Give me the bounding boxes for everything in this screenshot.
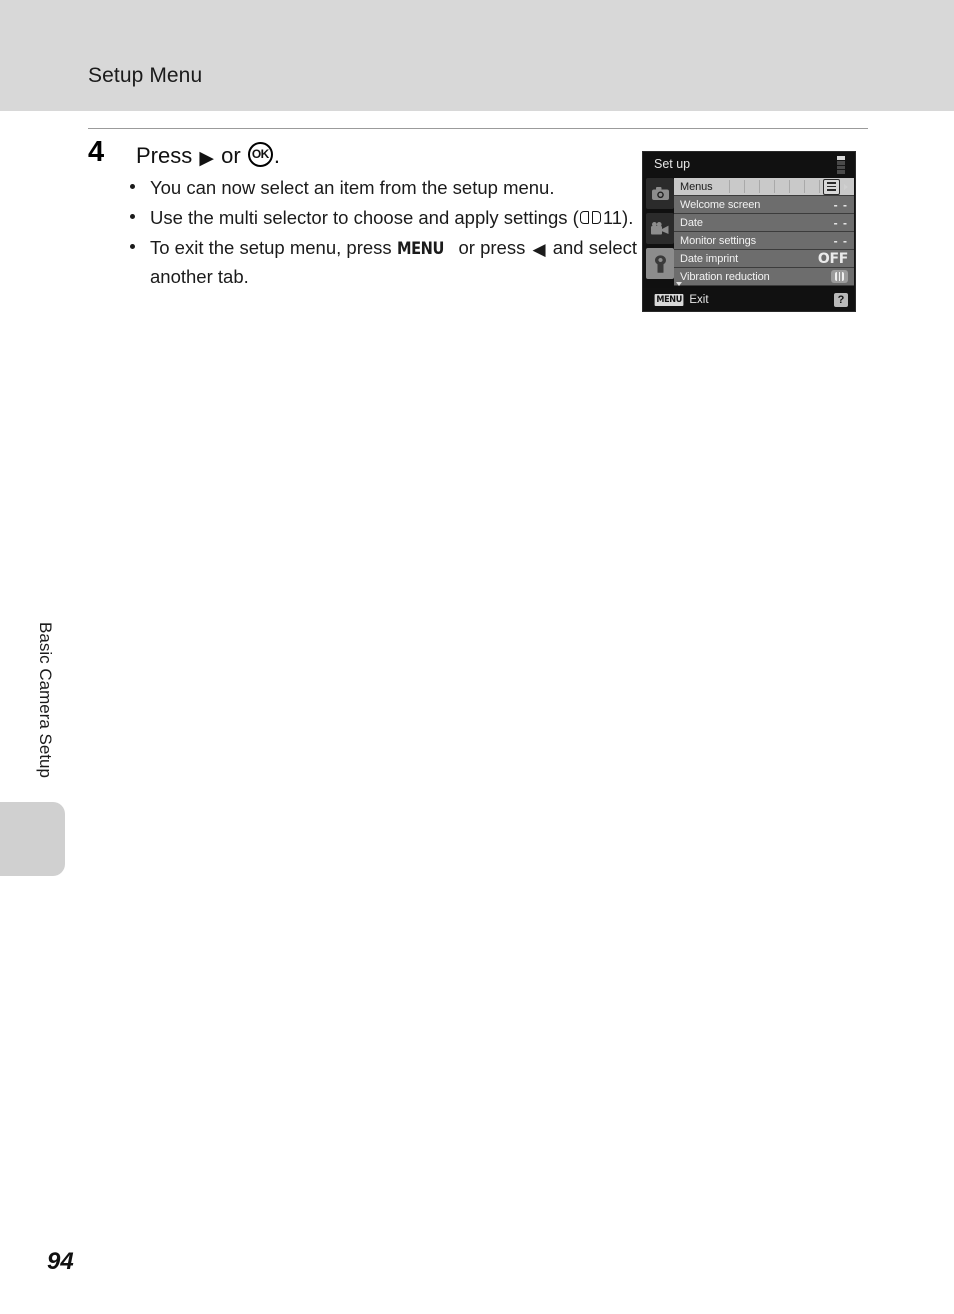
lcd-row-label: Menus: [680, 180, 713, 193]
right-triangle-icon: ▶: [199, 148, 214, 169]
lcd-row-value: - -: [834, 198, 854, 212]
bullet-dot-icon: [130, 244, 135, 249]
bullet-reference-page: 11: [602, 207, 623, 228]
list-item: You can now select an item from the setu…: [126, 174, 646, 201]
bullet-reference-open: (: [572, 207, 579, 228]
lcd-tab-shooting-mode[interactable]: [646, 178, 674, 209]
bullet-dot-icon: [130, 184, 135, 189]
lcd-row-value-text: - -: [833, 215, 848, 230]
lcd-menu-row-date-imprint[interactable]: Date imprint OFF: [674, 250, 854, 268]
lcd-row-label: Welcome screen: [680, 198, 761, 211]
lcd-row-label: Date: [680, 216, 703, 229]
lcd-tab-movie-mode[interactable]: [646, 213, 674, 244]
lcd-scroll-indicator: [837, 156, 845, 174]
lcd-row-value: [831, 270, 854, 283]
lcd-row-value-text: - -: [833, 197, 848, 212]
list-item: To exit the setup menu, press MENU or pr…: [126, 234, 646, 290]
lcd-row-value-text: OFF: [817, 250, 848, 267]
section-divider: [88, 128, 868, 129]
lcd-row-label: Monitor settings: [680, 234, 757, 247]
wrench-icon: [654, 254, 666, 273]
movie-camera-icon: [651, 222, 669, 235]
left-triangle-icon: ◀: [532, 240, 546, 259]
lcd-bottom-bar: MENU Exit ?: [643, 288, 855, 311]
list-menu-icon: [823, 178, 840, 195]
camera-lcd-screenshot: Set up Menus Welcome screen - - Date - -…: [642, 151, 856, 312]
lcd-row-ticks: [714, 180, 821, 193]
lcd-tab-setup-mode[interactable]: [646, 248, 674, 279]
step-heading-suffix: .: [273, 143, 280, 168]
lcd-title-bar: Set up: [643, 152, 855, 177]
lcd-row-value: OFF: [818, 251, 854, 267]
vibration-reduction-icon: [831, 270, 848, 283]
lcd-menu-row-vibration-reduction[interactable]: Vibration reduction: [674, 268, 854, 286]
menu-button-label: MENU: [396, 239, 444, 259]
step-heading-or: or: [221, 143, 241, 168]
bullet-dot-icon: [130, 214, 135, 219]
bullet-text: Use the multi selector to choose and app…: [150, 207, 568, 228]
bullet-text-middle: or press: [458, 237, 526, 258]
bullet-text: You can now select an item from the setu…: [150, 177, 555, 198]
lcd-row-label: Vibration reduction: [680, 270, 770, 283]
lcd-row-value-text: - -: [833, 233, 848, 248]
lcd-menu-row-menus[interactable]: Menus: [674, 178, 854, 196]
camera-icon: [651, 187, 669, 200]
chevron-right-icon: [844, 183, 848, 190]
lcd-menu-rows: Menus Welcome screen - - Date - - Monito…: [674, 178, 854, 286]
instruction-bullet-list: You can now select an item from the setu…: [126, 174, 646, 293]
page-title: Setup Menu: [88, 64, 203, 87]
lcd-menu-row-monitor-settings[interactable]: Monitor settings - -: [674, 232, 854, 250]
book-icon: [579, 210, 601, 226]
step-heading: Press ▶ or .: [136, 142, 280, 168]
lcd-row-value: [823, 178, 854, 195]
step-number: 4: [88, 136, 105, 168]
lcd-menu-button-chip: MENU: [654, 293, 684, 306]
lcd-row-label: Date imprint: [680, 252, 739, 265]
running-head-vertical: Basic Camera Setup: [36, 622, 55, 778]
scroll-down-arrow-icon: [676, 282, 682, 286]
bullet-reference-close: ).: [622, 207, 634, 228]
lcd-tab-rail: [646, 178, 674, 288]
bullet-text: To exit the setup menu, press: [150, 237, 392, 258]
help-icon[interactable]: ?: [834, 292, 848, 307]
lcd-menu-row-date[interactable]: Date - -: [674, 214, 854, 232]
lcd-menu-row-welcome-screen[interactable]: Welcome screen - -: [674, 196, 854, 214]
chapter-thumb-tab: [0, 802, 65, 876]
ok-button-icon: [247, 142, 273, 167]
lcd-row-value: - -: [834, 216, 854, 230]
page-number: 94: [47, 1248, 74, 1275]
lcd-row-value: - -: [834, 234, 854, 248]
step-heading-prefix: Press: [136, 143, 193, 168]
list-item: Use the multi selector to choose and app…: [126, 204, 646, 231]
lcd-screen-title: Set up: [654, 157, 691, 171]
page-header-band: Setup Menu: [0, 0, 954, 111]
lcd-exit-label: Exit: [689, 293, 709, 306]
